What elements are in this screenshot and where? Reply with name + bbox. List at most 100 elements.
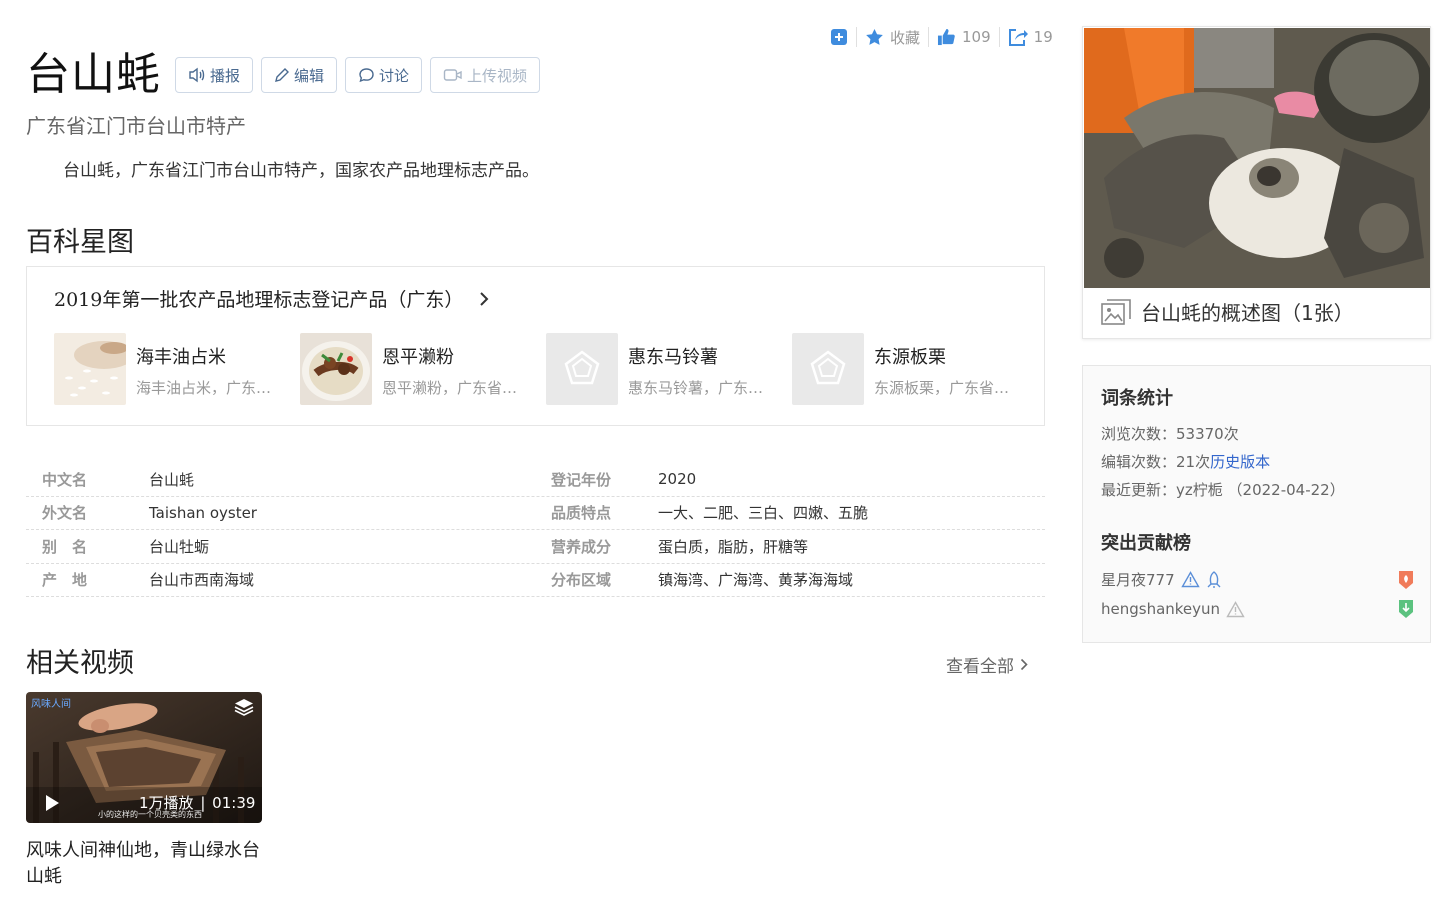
star-map-item[interactable]: 恩平濑粉 恩平濑粉，广东省… <box>300 333 546 405</box>
page-title: 台山蚝 <box>26 49 161 100</box>
share-icon <box>1008 29 1028 46</box>
star-map-card-header[interactable]: 2019年第一批农产品地理标志登记产品（广东） <box>54 285 489 312</box>
stats-views: 浏览次数：53370次 <box>1101 425 1239 443</box>
star-map-item[interactable]: 海丰油占米 海丰油占米，广东… <box>54 333 300 405</box>
view-all-link[interactable]: 查看全部 <box>946 652 1028 677</box>
like-button[interactable]: 109 <box>937 28 991 46</box>
divider <box>928 27 930 47</box>
layers-icon <box>234 699 254 716</box>
album-caption: 台山蚝的概述图（1张） <box>1141 301 1354 325</box>
title-button-group: 播报 编辑 讨论 上传视频 <box>175 57 541 93</box>
star-map-item-desc: 惠东马铃薯，广东… <box>628 379 764 397</box>
play-audio-label: 播报 <box>210 66 241 85</box>
info-row: 产 地 台山市西南海域 分布区域 镇海湾、广海湾、黄茅海海域 <box>26 564 1045 597</box>
star-map-item-name: 海丰油占米 <box>136 347 226 368</box>
pencil-icon <box>275 68 290 82</box>
oyster-photo[interactable] <box>1084 28 1430 288</box>
star-map-item-name: 恩平濑粉 <box>382 347 454 368</box>
video-title[interactable]: 风味人间神仙地，青山绿水台山蚝 <box>26 838 266 890</box>
action-bar: 收藏 109 19 <box>830 24 1053 50</box>
rank-shield-icon <box>1399 570 1413 589</box>
favorite-label: 收藏 <box>890 28 921 47</box>
info-key: 营养成分 <box>551 537 612 556</box>
star-map-item-desc: 恩平濑粉，广东省… <box>382 379 518 397</box>
speaker-icon <box>189 67 205 83</box>
rice-thumbnail <box>54 333 126 405</box>
warning-badge-icon <box>1226 600 1245 617</box>
placeholder-logo-icon <box>564 350 600 385</box>
info-value: 蛋白质，脂肪，肝糖等 <box>658 537 809 556</box>
contributors-title: 突出贡献榜 <box>1101 533 1191 554</box>
info-value: 2020 <box>658 470 697 489</box>
share-button[interactable]: 19 <box>1008 28 1053 46</box>
album-caption-row[interactable]: 台山蚝的概述图（1张） <box>1101 297 1354 326</box>
info-value: 台山蚝 <box>149 470 195 489</box>
entry-subtitle: 广东省江门市台山市特产 <box>26 114 246 138</box>
contributor-name[interactable]: hengshankeyun <box>1101 600 1220 618</box>
share-count: 19 <box>1033 28 1053 46</box>
thumbs-up-icon <box>937 28 955 46</box>
placeholder-logo-icon <box>810 350 846 385</box>
contributor-badges <box>1180 570 1222 589</box>
stats-title: 词条统计 <box>1101 388 1173 409</box>
discuss-label: 讨论 <box>379 66 410 85</box>
contributor-row: 星月夜777 <box>1101 569 1414 590</box>
contributor-row: hengshankeyun <box>1101 599 1414 619</box>
video-subtitle-text: 小的这样的一个贝壳类的东西 <box>98 810 202 819</box>
history-version-link[interactable]: 历史版本 <box>1210 453 1270 471</box>
video-thumbnail[interactable]: 风味人间 1万播放 | 01:39 小的这样的一个贝壳类的东西 <box>26 692 262 823</box>
view-all-label: 查看全部 <box>946 657 1014 677</box>
star-map-item-desc: 东源板栗，广东省… <box>874 379 1010 397</box>
star-map-items: 海丰油占米 海丰油占米，广东… 恩平濑粉 恩平濑粉，广东省… 惠东马铃薯 惠东马… <box>54 333 1038 405</box>
stats-edits-count: 编辑次数：21次 <box>1101 453 1211 471</box>
rank-shield-icon <box>1399 600 1413 618</box>
chevron-right-icon <box>480 291 489 306</box>
rocket-badge-icon <box>1207 570 1221 588</box>
album-card[interactable]: 台山蚝的概述图（1张） <box>1082 26 1431 339</box>
edit-label: 编辑 <box>294 66 325 85</box>
placeholder-thumbnail <box>792 333 864 405</box>
info-value: 台山牡蛎 <box>149 537 210 556</box>
divider <box>856 27 857 47</box>
placeholder-thumbnail <box>546 333 618 405</box>
info-value: 一大、二肥、三白、四嫩、五脆 <box>658 504 869 523</box>
info-key: 产 地 <box>42 571 88 590</box>
related-videos-title: 相关视频 <box>26 648 134 679</box>
noodles-thumbnail <box>300 333 372 405</box>
play-audio-button[interactable]: 播报 <box>175 57 254 93</box>
image-gallery-icon <box>1101 298 1131 325</box>
like-count: 109 <box>962 28 991 46</box>
warning-badge-icon <box>1180 570 1200 587</box>
chevron-right-icon <box>1020 658 1028 671</box>
upload-video-label: 上传视频 <box>467 66 528 85</box>
add-to-list-button[interactable] <box>830 28 848 46</box>
info-key: 外文名 <box>42 504 88 523</box>
entry-summary: 台山蚝，广东省江门市台山市特产，国家农产品地理标志产品。 <box>63 161 539 181</box>
info-value: 镇海湾、广海湾、黄茅海海域 <box>658 571 854 590</box>
star-map-item[interactable]: 惠东马铃薯 惠东马铃薯，广东… <box>546 333 792 405</box>
plus-square-icon <box>831 29 847 45</box>
upload-video-button[interactable]: 上传视频 <box>430 57 541 93</box>
video-camera-icon <box>443 69 462 81</box>
divider <box>998 27 1000 47</box>
info-key: 分布区域 <box>551 571 612 590</box>
video-overlay-label: 风味人间 <box>31 699 71 710</box>
stats-last-update: 最近更新：yz柠栀 （2022-04-22） <box>1101 481 1345 499</box>
comment-icon <box>359 68 374 83</box>
entry-stats-panel: 词条统计 浏览次数：53370次 编辑次数：21次历史版本 最近更新：yz柠栀 … <box>1082 365 1431 643</box>
star-icon <box>866 28 883 45</box>
contributor-name[interactable]: 星月夜777 <box>1101 569 1175 590</box>
edit-button[interactable]: 编辑 <box>261 57 338 93</box>
info-key: 别 名 <box>42 537 88 556</box>
info-row: 别 名 台山牡蛎 营养成分 蛋白质，脂肪，肝糖等 <box>26 530 1045 564</box>
discuss-button[interactable]: 讨论 <box>345 57 423 93</box>
video-duration: 01:39 <box>212 794 256 812</box>
star-map-card-title: 2019年第一批农产品地理标志登记产品（广东） <box>54 289 464 311</box>
info-row: 中文名 台山蚝 登记年份 2020 <box>26 463 1045 497</box>
favorite-button[interactable]: 收藏 <box>865 27 920 48</box>
star-map-item[interactable]: 东源板栗 东源板栗，广东省… <box>792 333 1038 405</box>
stats-edits: 编辑次数：21次历史版本 <box>1101 451 1270 472</box>
star-map-title: 百科星图 <box>26 227 134 258</box>
star-map-item-name: 东源板栗 <box>874 347 946 368</box>
basic-info-table: 中文名 台山蚝 登记年份 2020 外文名 Taishan oyster 品质特… <box>26 463 1045 597</box>
